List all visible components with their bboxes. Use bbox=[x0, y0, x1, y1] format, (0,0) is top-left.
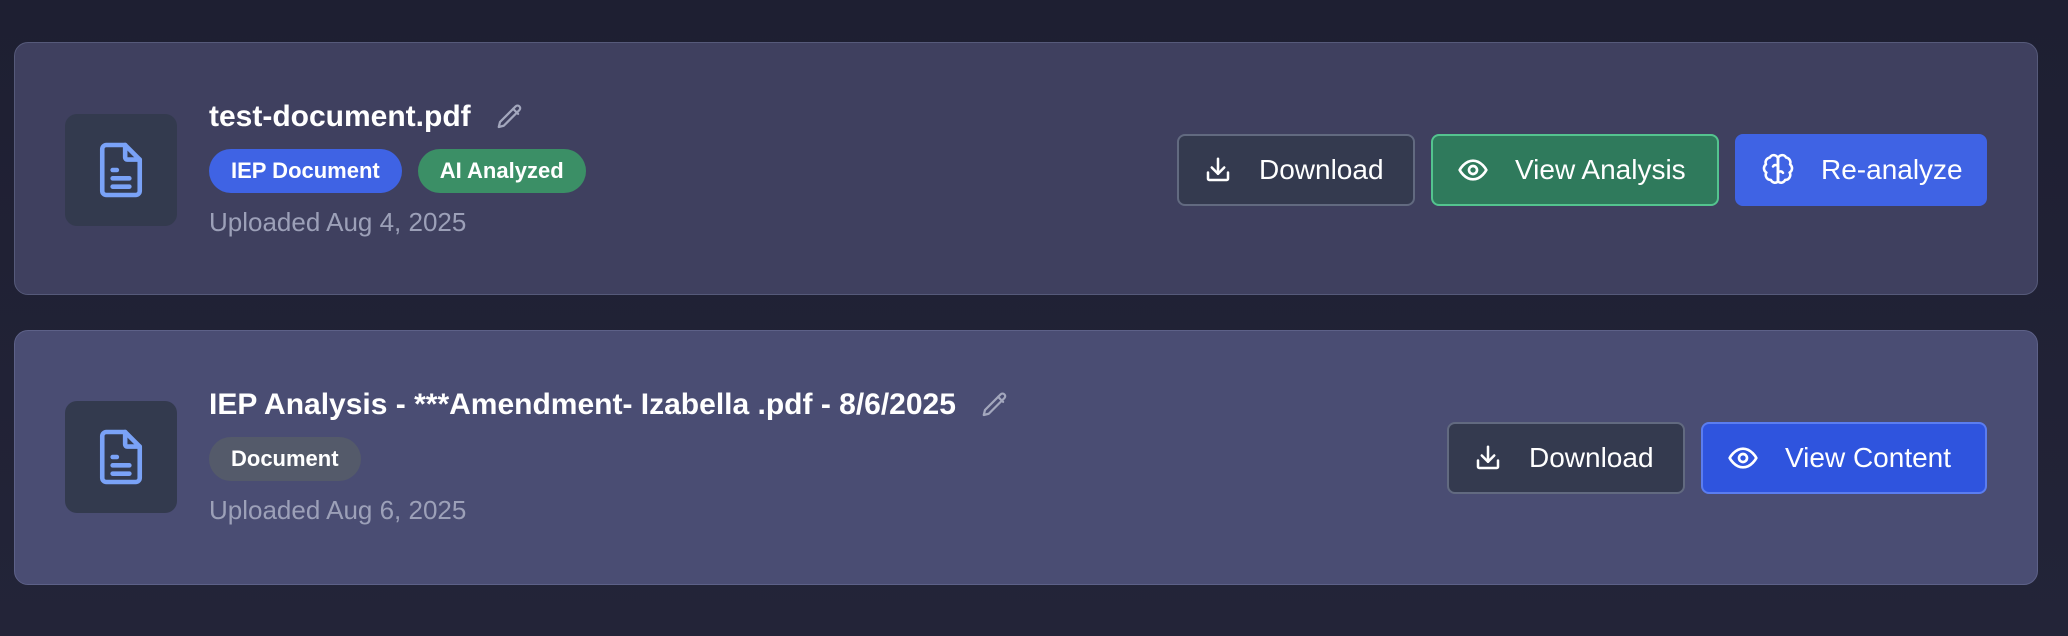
view-content-label: View Content bbox=[1785, 442, 1952, 473]
upload-date: Uploaded Aug 4, 2025 bbox=[209, 207, 467, 237]
upload-date: Uploaded Aug 6, 2025 bbox=[209, 495, 467, 525]
reanalyze-button[interactable]: Re-analyze bbox=[1735, 134, 1987, 206]
pencil-icon[interactable] bbox=[980, 390, 1010, 420]
document-icon bbox=[65, 401, 177, 513]
download-label: Download bbox=[1259, 154, 1384, 185]
download-label: Download bbox=[1529, 442, 1654, 473]
iep-document-badge: IEP Document bbox=[209, 149, 402, 193]
pencil-icon[interactable] bbox=[495, 102, 525, 132]
ai-analyzed-badge: AI Analyzed bbox=[417, 149, 586, 193]
download-button[interactable]: Download bbox=[1447, 422, 1685, 494]
view-content-button[interactable]: View Content bbox=[1701, 422, 1987, 494]
brain-icon bbox=[1761, 153, 1795, 187]
document-card: IEP Analysis - ***Amendment- Izabella .p… bbox=[14, 330, 2038, 585]
reanalyze-label: Re-analyze bbox=[1821, 154, 1963, 185]
download-button[interactable]: Download bbox=[1177, 134, 1415, 206]
document-icon bbox=[65, 114, 177, 226]
document-actions: Download View Content bbox=[1447, 422, 1987, 494]
document-actions: Download View Analysis Re-analyze bbox=[1177, 134, 1987, 206]
download-icon bbox=[1203, 155, 1233, 185]
document-badge: Document bbox=[209, 437, 361, 481]
document-info: test-document.pdf IEP Document AI Analyz… bbox=[209, 95, 586, 238]
download-icon bbox=[1473, 443, 1503, 473]
document-info: IEP Analysis - ***Amendment- Izabella .p… bbox=[209, 383, 1010, 526]
eye-icon bbox=[1727, 442, 1759, 474]
document-title: test-document.pdf bbox=[209, 100, 471, 133]
eye-icon bbox=[1457, 154, 1489, 186]
document-title: IEP Analysis - ***Amendment- Izabella .p… bbox=[209, 388, 956, 421]
view-analysis-button[interactable]: View Analysis bbox=[1431, 134, 1719, 206]
document-card: test-document.pdf IEP Document AI Analyz… bbox=[14, 42, 2038, 295]
view-analysis-label: View Analysis bbox=[1515, 154, 1686, 185]
